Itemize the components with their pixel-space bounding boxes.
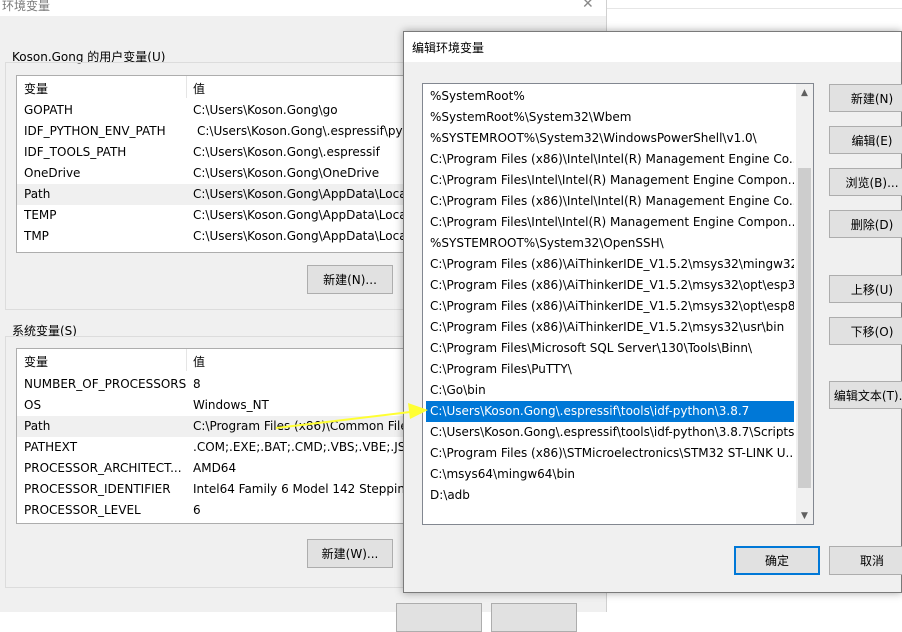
annotation-arrow bbox=[275, 403, 428, 429]
arrow-shaft bbox=[275, 411, 411, 429]
arrow-head bbox=[408, 403, 428, 419]
